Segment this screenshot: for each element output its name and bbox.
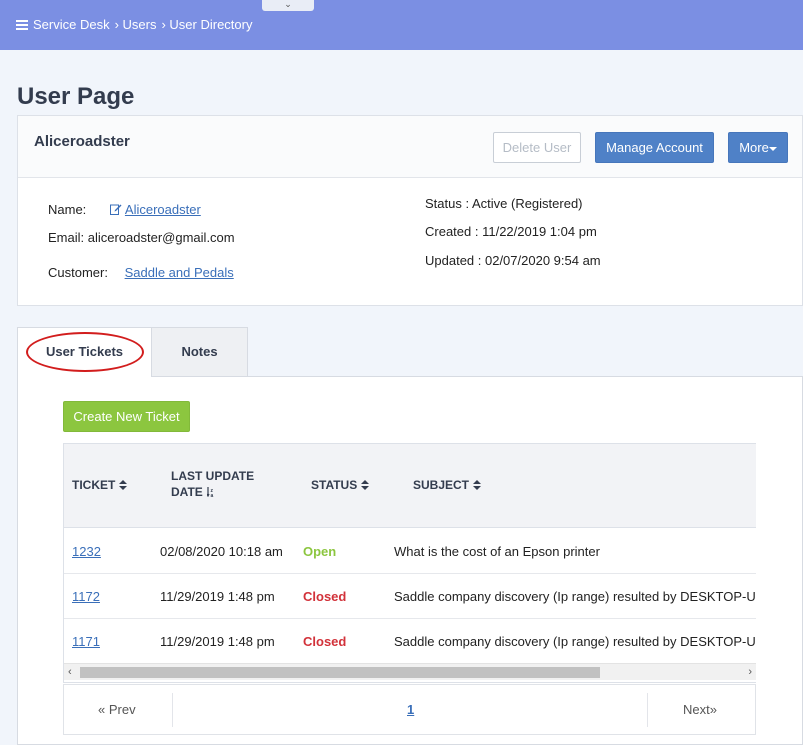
next-button[interactable]: Next» <box>683 702 717 717</box>
ticket-subject[interactable]: What is the cost of an Epson printer <box>394 544 600 559</box>
created-text: Created : 11/22/2019 1:04 pm <box>425 224 597 239</box>
scrollbar-thumb[interactable] <box>80 667 600 678</box>
page-title: User Page <box>17 83 135 110</box>
sort-icon <box>473 480 482 490</box>
header-status[interactable]: STATUS <box>311 477 370 493</box>
create-ticket-button[interactable]: Create New Ticket <box>63 401 190 432</box>
ticket-date: 11/29/2019 1:48 pm <box>160 589 275 604</box>
ticket-date: 11/29/2019 1:48 pm <box>160 634 275 649</box>
pager-divider <box>172 693 173 727</box>
ticket-link[interactable]: 1172 <box>72 589 100 604</box>
page-number[interactable]: 1 <box>407 702 414 717</box>
header-last-update[interactable]: LAST UPDATE DATE z a <box>171 468 254 500</box>
breadcrumb-service-desk[interactable]: Service Desk <box>33 17 110 32</box>
sort-desc-icon: za <box>206 487 213 497</box>
updated-text: Updated : 02/07/2020 9:54 am <box>425 253 601 268</box>
ticket-status: Open <box>303 544 337 559</box>
ticket-subject[interactable]: Saddle company discovery (Ip range) resu… <box>394 589 756 604</box>
ticket-link[interactable]: 1232 <box>72 544 101 559</box>
header-last-update-line1: LAST UPDATE <box>171 469 255 483</box>
scroll-left-icon[interactable]: ‹ <box>68 666 72 678</box>
name-label: Name: <box>48 202 87 217</box>
chevron-down-icon: ⌄ <box>284 0 292 9</box>
horizontal-scrollbar[interactable]: ‹ › <box>64 663 756 680</box>
ticket-date: 02/08/2020 10:18 am <box>160 544 283 559</box>
table-row: 1232 02/08/2020 10:18 am Open What is th… <box>64 529 756 574</box>
email-row: Email: aliceroadster@gmail.com <box>48 230 235 245</box>
table-header: TICKET LAST UPDATE DATE z a STATUS SUBJECT <box>64 444 756 528</box>
manage-account-button[interactable]: Manage Account <box>595 132 714 163</box>
more-label: More <box>739 140 769 155</box>
table-row: 1171 11/29/2019 1:48 pm Closed Saddle co… <box>64 619 756 664</box>
user-card-header: Aliceroadster Delete User Manage Account… <box>18 116 802 178</box>
ticket-link[interactable]: 1171 <box>72 634 100 649</box>
header-subject-label: SUBJECT <box>413 478 470 492</box>
collapse-toggle[interactable]: ⌄ <box>262 0 314 11</box>
header-ticket-label: TICKET <box>72 478 116 492</box>
pager-divider <box>647 693 648 727</box>
ticket-status: Closed <box>303 589 347 604</box>
svg-text:a: a <box>210 493 213 497</box>
name-row: Name: Aliceroadster <box>48 202 201 217</box>
breadcrumb-user-directory[interactable]: › User Directory <box>161 17 252 32</box>
tickets-table: TICKET LAST UPDATE DATE z a STATUS SUBJECT… <box>63 443 756 683</box>
sort-icon <box>361 480 370 490</box>
customer-link[interactable]: Saddle and Pedals <box>125 265 234 280</box>
ticket-subject[interactable]: Saddle company discovery (Ip range) resu… <box>394 634 756 649</box>
tab-notes[interactable]: Notes <box>151 327 248 377</box>
name-value: Aliceroadster <box>124 202 201 217</box>
email-value: aliceroadster@gmail.com <box>87 230 235 245</box>
table-row: 1172 11/29/2019 1:48 pm Closed Saddle co… <box>64 574 756 619</box>
header-subject[interactable]: SUBJECT <box>413 477 482 493</box>
customer-row: Customer: Saddle and Pedals <box>48 265 234 280</box>
sort-icon <box>119 480 128 490</box>
tab-user-tickets[interactable]: User Tickets <box>17 327 152 377</box>
user-name-heading: Aliceroadster <box>34 133 130 150</box>
name-link[interactable]: Aliceroadster <box>109 202 201 217</box>
edit-icon <box>109 204 122 215</box>
pagination: « Prev 1 Next» <box>63 684 756 735</box>
scroll-right-icon[interactable]: › <box>748 666 752 678</box>
header-ticket[interactable]: TICKET <box>72 477 128 493</box>
customer-label: Customer: <box>48 265 108 280</box>
delete-user-button[interactable]: Delete User <box>493 132 581 163</box>
menu-icon[interactable] <box>16 19 28 30</box>
ticket-status: Closed <box>303 634 347 649</box>
email-label: Email: <box>48 230 85 245</box>
prev-button[interactable]: « Prev <box>98 702 136 717</box>
header-status-label: STATUS <box>311 478 358 492</box>
status-text: Status : Active (Registered) <box>425 196 583 211</box>
more-button[interactable]: More <box>728 132 788 163</box>
top-bar: ⌄ Service Desk › Users › User Directory <box>0 0 803 50</box>
caret-down-icon <box>768 146 777 151</box>
breadcrumb: Service Desk › Users › User Directory <box>16 17 257 32</box>
breadcrumb-users[interactable]: › Users <box>115 17 157 32</box>
header-last-update-line2: DATE <box>171 485 203 499</box>
